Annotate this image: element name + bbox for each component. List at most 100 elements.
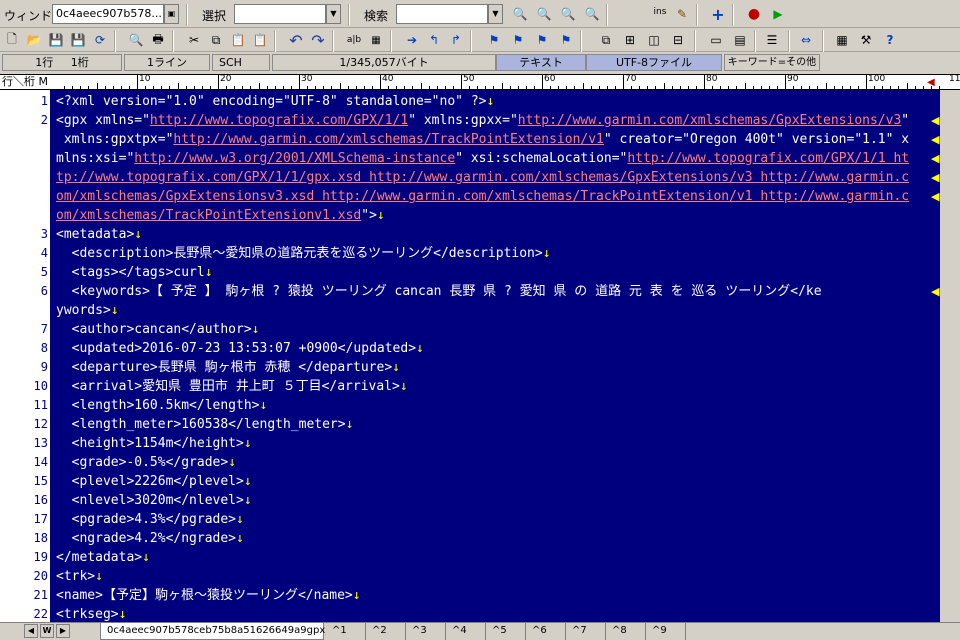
window-tile-horizontal-icon[interactable]: ⊟ bbox=[668, 30, 688, 50]
window-select[interactable]: 0c4aeec907b578... bbox=[52, 4, 164, 24]
tab-slot[interactable]: ^4 bbox=[446, 623, 486, 640]
insert-mode-icon[interactable]: ins bbox=[650, 2, 670, 22]
tab-slot[interactable]: ^6 bbox=[526, 623, 566, 640]
tab-scroll-left-icon[interactable]: ◀ bbox=[24, 624, 38, 638]
reload-icon[interactable]: ⟳ bbox=[90, 30, 110, 50]
paste-box-icon[interactable]: 📋 bbox=[250, 30, 270, 50]
code-line[interactable]: <height>1154m</height>↓ bbox=[56, 434, 932, 453]
replace-all-icon[interactable]: ▦ bbox=[366, 30, 386, 50]
tab-scroll-right-icon[interactable]: ▶ bbox=[56, 624, 70, 638]
code-line[interactable]: </metadata>↓ bbox=[56, 548, 932, 567]
code-url[interactable]: om/xmlschemas/GpxExtensionsv3.xsd http:/… bbox=[56, 189, 909, 204]
bookmark-set-icon[interactable]: ⚑ bbox=[484, 30, 504, 50]
tab-slot[interactable]: ^2 bbox=[366, 623, 406, 640]
bookmark-prev-icon[interactable]: ⚑ bbox=[532, 30, 552, 50]
window-tile-icon[interactable]: ⊞ bbox=[620, 30, 640, 50]
code-line[interactable]: <arrival>愛知県 豊田市 井上町 ５丁目</arrival>↓ bbox=[56, 377, 932, 396]
mode-indicator[interactable]: テキスト bbox=[496, 54, 586, 71]
code-url[interactable]: http://www.topografix.com/GPX/1/1 ht bbox=[627, 151, 909, 166]
macro-record-icon[interactable]: ● bbox=[744, 4, 764, 24]
code-line[interactable]: <name>【予定】駒ヶ根～猿投ツーリング</name>↓ bbox=[56, 586, 932, 605]
jump-back-icon[interactable]: ↰ bbox=[424, 30, 444, 50]
code-url[interactable]: http://www.w3.org/2001/XMLSchema-instanc… bbox=[134, 151, 455, 166]
jump-forward-icon[interactable]: ↱ bbox=[446, 30, 466, 50]
new-file-icon[interactable]: 🗋 bbox=[2, 30, 22, 50]
code-url[interactable]: http://www.garmin.com/xmlschemas/GpxExte… bbox=[518, 113, 902, 128]
copy-icon[interactable]: ⧉ bbox=[206, 30, 226, 50]
code-line[interactable]: <author>cancan</author>↓ bbox=[56, 320, 932, 339]
encoding-indicator[interactable]: UTF-8ファイル bbox=[586, 54, 722, 71]
keyword-indicator[interactable]: キーワード=その他 bbox=[724, 54, 820, 71]
code-line[interactable]: <gpx xmlns="http://www.topografix.com/GP… bbox=[56, 111, 932, 130]
window-list-icon[interactable]: ▤ bbox=[730, 30, 750, 50]
code-url[interactable]: tp://www.topografix.com/GPX/1/1/gpx.xsd … bbox=[56, 170, 909, 185]
code-line[interactable]: <description>長野県～愛知県の道路元表を巡るツーリング</descr… bbox=[56, 244, 932, 263]
code-line[interactable]: <tags></tags>curl↓ bbox=[56, 263, 932, 282]
grep-icon[interactable]: 🔍 bbox=[582, 4, 602, 24]
code-url[interactable]: om/xmlschemas/TrackPointExtensionv1.xsd bbox=[56, 208, 361, 223]
code-line[interactable]: <updated>2016-07-23 13:53:07 +0900</upda… bbox=[56, 339, 932, 358]
code-line[interactable]: <keywords>【 予定 】 駒ヶ根 ? 猿投 ツーリング cancan 長… bbox=[56, 282, 932, 301]
code-line[interactable]: om/xmlschemas/TrackPointExtensionv1.xsd"… bbox=[56, 206, 932, 225]
search-input[interactable] bbox=[396, 4, 488, 24]
undo-icon[interactable]: ↶ bbox=[286, 30, 306, 50]
tab-slot[interactable]: ^9 bbox=[646, 623, 686, 640]
sync-icon[interactable]: ⇔ bbox=[796, 30, 816, 50]
cut-icon[interactable]: ✂ bbox=[184, 30, 204, 50]
tab-active-document[interactable]: 0c4aeec907b578ceb75b8a51626649a9gpx bbox=[100, 623, 325, 640]
code-line[interactable]: <metadata>↓ bbox=[56, 225, 932, 244]
vertical-scrollbar[interactable] bbox=[940, 90, 960, 622]
macro-play-icon[interactable]: ▶ bbox=[768, 4, 788, 24]
tab-list-icon[interactable]: W bbox=[40, 624, 54, 638]
paste-icon[interactable]: 📋 bbox=[228, 30, 248, 50]
print-preview-icon[interactable]: 🔍 bbox=[126, 30, 146, 50]
print-icon[interactable]: 🖶 bbox=[148, 30, 168, 50]
tab-slot[interactable]: ^7 bbox=[566, 623, 606, 640]
select-combobox[interactable] bbox=[234, 4, 326, 24]
code-line[interactable]: <length_meter>160538</length_meter>↓ bbox=[56, 415, 932, 434]
code-line[interactable]: om/xmlschemas/GpxExtensionsv3.xsd http:/… bbox=[56, 187, 932, 206]
code-line[interactable]: mlns:xsi="http://www.w3.org/2001/XMLSche… bbox=[56, 149, 932, 168]
search-back-icon[interactable]: 🔍 bbox=[534, 4, 554, 24]
config-icon[interactable]: ▦ bbox=[832, 30, 852, 50]
add-icon[interactable]: + bbox=[708, 4, 728, 24]
code-line[interactable]: <grade>-0.5%</grade>↓ bbox=[56, 453, 932, 472]
tab-slot[interactable]: ^5 bbox=[486, 623, 526, 640]
code-line[interactable]: ywords>↓ bbox=[56, 301, 932, 320]
tab-slot[interactable]: ^8 bbox=[606, 623, 646, 640]
bookmark-next-icon[interactable]: ⚑ bbox=[508, 30, 528, 50]
help-icon[interactable]: ? bbox=[880, 30, 900, 50]
tools-icon[interactable]: ⚒ bbox=[856, 30, 876, 50]
save-icon[interactable]: 💾 bbox=[46, 30, 66, 50]
tab-slot[interactable]: ^3 bbox=[406, 623, 446, 640]
code-line[interactable]: tp://www.topografix.com/GPX/1/1/gpx.xsd … bbox=[56, 168, 932, 187]
code-url[interactable]: http://www.topografix.com/GPX/1/1 bbox=[150, 113, 408, 128]
search-dropdown-button[interactable]: ▼ bbox=[488, 4, 503, 24]
window-cascade-icon[interactable]: ⧉ bbox=[596, 30, 616, 50]
code-line[interactable]: <trk>↓ bbox=[56, 567, 932, 586]
open-file-icon[interactable]: 📂 bbox=[24, 30, 44, 50]
outline-icon[interactable]: ☰ bbox=[762, 30, 782, 50]
window-tile-vertical-icon[interactable]: ◫ bbox=[644, 30, 664, 50]
pen-icon[interactable]: ✎ bbox=[672, 4, 692, 24]
redo-icon[interactable]: ↷ bbox=[308, 30, 328, 50]
code-line[interactable]: xmlns:gpxtpx="http://www.garmin.com/xmls… bbox=[56, 130, 932, 149]
search-forward-icon[interactable]: 🔍 bbox=[510, 4, 530, 24]
replace-icon[interactable]: a|b bbox=[344, 30, 364, 50]
select-dropdown-button[interactable]: ▼ bbox=[326, 4, 341, 24]
save-all-icon[interactable]: 💾 bbox=[68, 30, 88, 50]
tab-slot[interactable]: ^1 bbox=[326, 623, 366, 640]
code-line[interactable]: <nlevel>3020m</nlevel>↓ bbox=[56, 491, 932, 510]
jump-icon[interactable]: ➔ bbox=[402, 30, 422, 50]
code-url[interactable]: http://www.garmin.com/xmlschemas/TrackPo… bbox=[173, 132, 603, 147]
search-mark-icon[interactable]: 🔍 bbox=[558, 4, 578, 24]
code-line[interactable]: <?xml version="1.0" encoding="UTF-8" sta… bbox=[56, 92, 932, 111]
code-line[interactable]: <length>160.5km</length>↓ bbox=[56, 396, 932, 415]
window-minimize-icon[interactable]: ▭ bbox=[706, 30, 726, 50]
bookmark-clear-icon[interactable]: ⚑ bbox=[556, 30, 576, 50]
code-line[interactable]: <departure>長野県 駒ヶ根市 赤穂 </departure>↓ bbox=[56, 358, 932, 377]
code-line[interactable]: <pgrade>4.3%</pgrade>↓ bbox=[56, 510, 932, 529]
window-menu-button[interactable]: ▣ bbox=[164, 4, 179, 24]
text-editor[interactable]: 1 2 3 4 5 6 7 8 9 10 11 12 13 14 15 16 17 18 19 20 21 22 <?xm… bbox=[0, 90, 960, 622]
code-line[interactable]: <ngrade>4.2%</ngrade>↓ bbox=[56, 529, 932, 548]
